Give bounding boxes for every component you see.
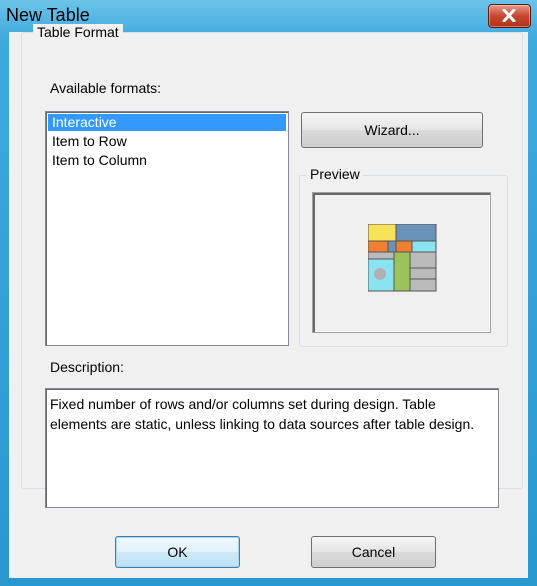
formats-listbox[interactable]: Interactive Item to Row Item to Column (45, 111, 289, 346)
available-formats-label: Available formats: (50, 80, 162, 96)
list-item[interactable]: Item to Row (48, 133, 286, 150)
table-format-group-title: Table Format (33, 24, 123, 40)
close-button[interactable] (488, 4, 531, 28)
list-item[interactable]: Item to Column (48, 152, 286, 169)
cancel-button[interactable]: Cancel (311, 536, 436, 568)
preview-group-title: Preview (307, 166, 363, 182)
close-icon (502, 9, 516, 22)
window-title: New Table (6, 5, 90, 25)
preview-frame (312, 192, 491, 333)
description-text: Fixed number of rows and/or columns set … (45, 388, 499, 508)
ok-button[interactable]: OK (115, 536, 240, 568)
table-layout-icon (368, 224, 437, 292)
description-label: Description: (50, 359, 124, 375)
wizard-button[interactable]: Wizard... (301, 112, 483, 148)
list-item[interactable]: Interactive (48, 114, 286, 131)
